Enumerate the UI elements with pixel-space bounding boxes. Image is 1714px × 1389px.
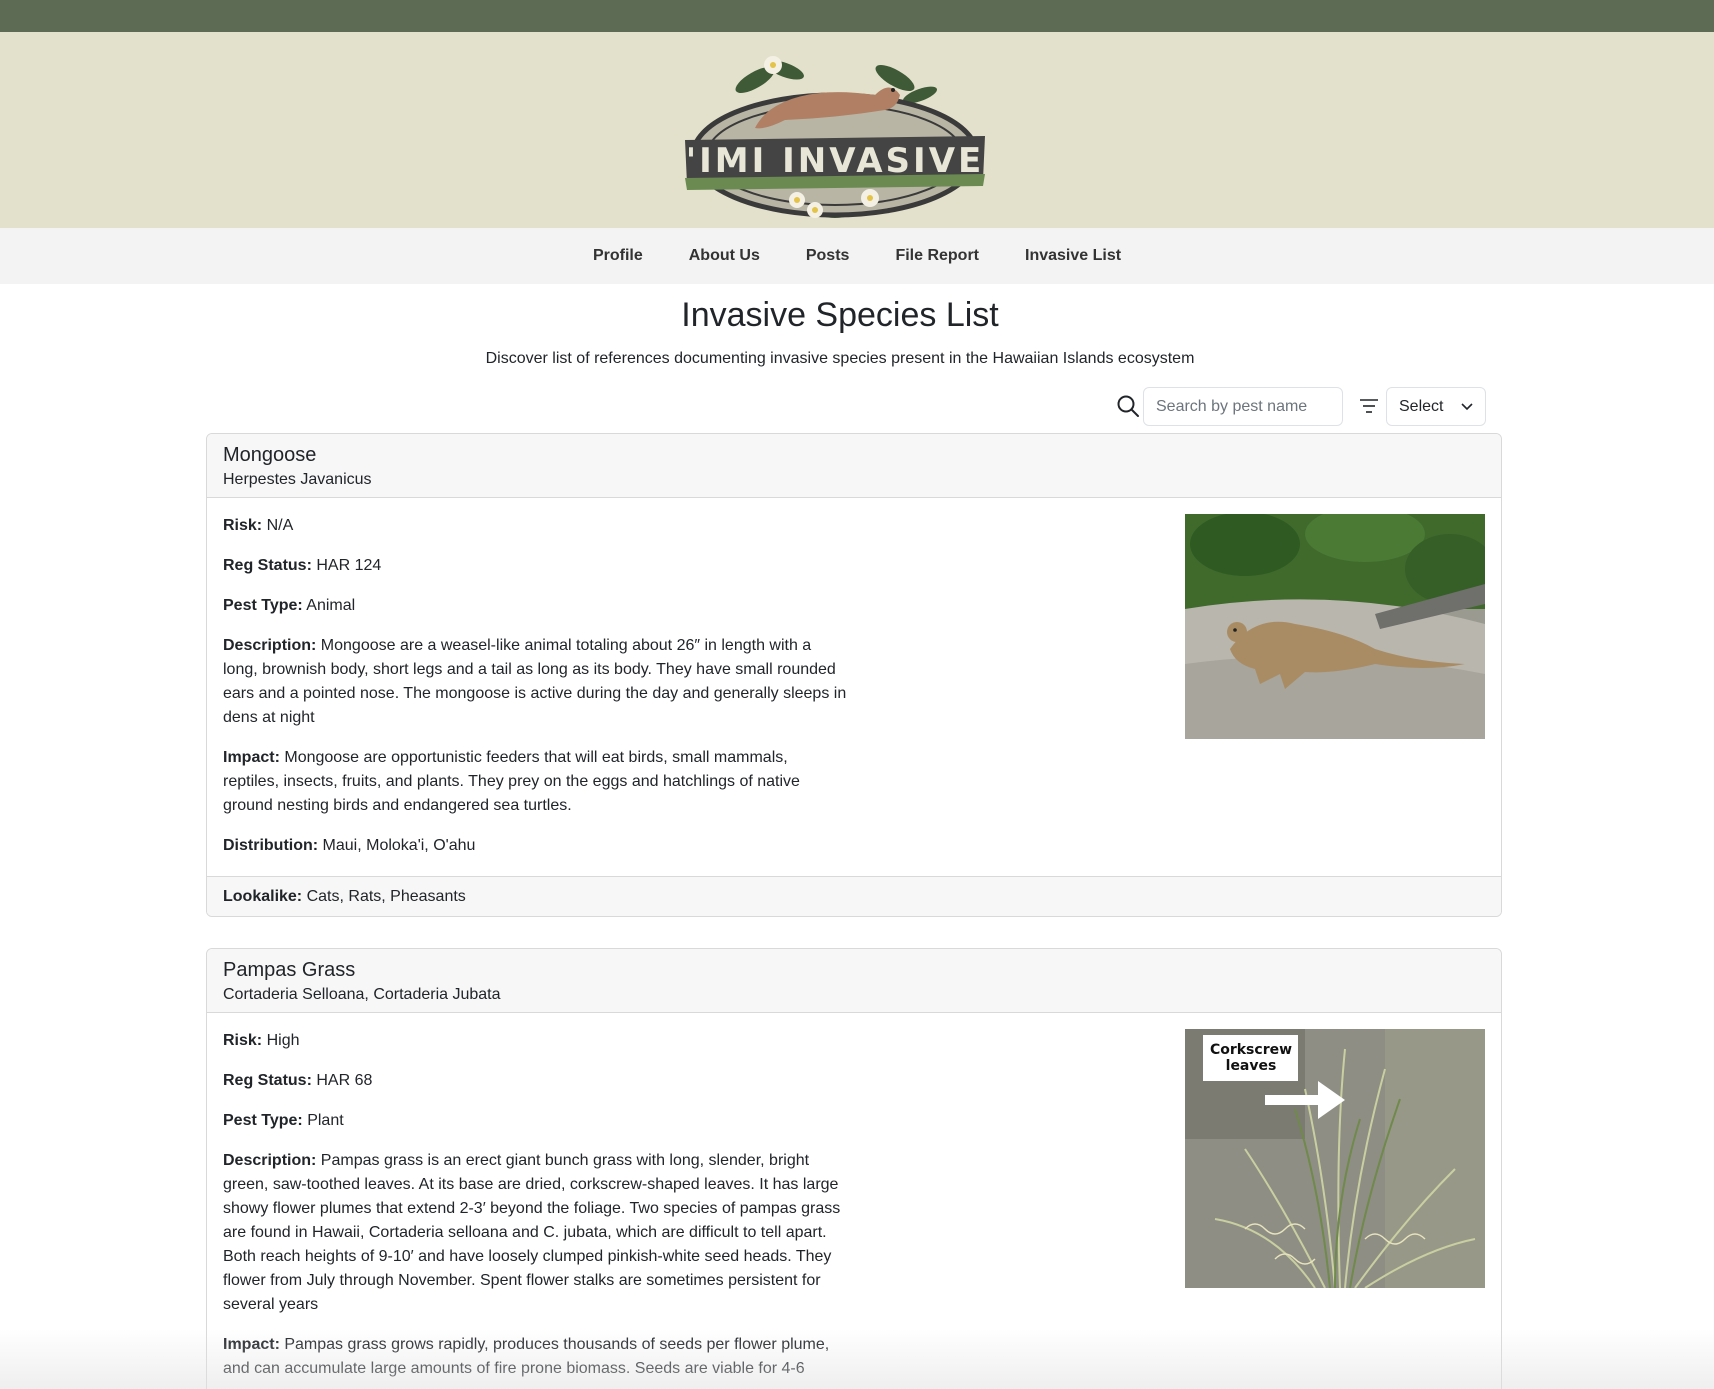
impact-label: Impact:: [223, 1336, 280, 1353]
impact-field: Impact: Mongoose are opportunistic feede…: [223, 746, 848, 818]
reg-status-field: Reg Status: HAR 124: [223, 554, 848, 578]
nav-invasive-list[interactable]: Invasive List: [1025, 247, 1121, 265]
search-icon[interactable]: [1116, 394, 1140, 418]
description-label: Description:: [223, 1152, 317, 1169]
pest-type-value: Animal: [306, 597, 356, 614]
top-bar: [0, 0, 1714, 32]
impact-label: Impact:: [223, 749, 280, 766]
distribution-field: Distribution: Maui, Moloka'i, O'ahu: [223, 834, 848, 858]
impact-value: Mongoose are opportunistic feeders that …: [223, 749, 800, 814]
description-field: Description: Mongoose are a weasel-like …: [223, 634, 848, 730]
photo-label: Corkscrew: [1210, 1042, 1292, 1058]
species-name: Pampas Grass: [223, 959, 356, 981]
card-footer: Lookalike: Cats, Rats, Pheasants: [207, 876, 1501, 916]
reg-status-field: Reg Status: HAR 68: [223, 1069, 848, 1093]
nav-posts[interactable]: Posts: [806, 247, 850, 265]
description-label: Description:: [223, 637, 317, 654]
nav-about-us[interactable]: About Us: [689, 247, 760, 265]
nav-file-report[interactable]: File Report: [895, 247, 979, 265]
lookalike-label: Lookalike:: [223, 887, 303, 905]
search-input[interactable]: [1143, 387, 1343, 426]
species-name: Mongoose: [223, 444, 317, 466]
distribution-label: Distribution:: [223, 837, 319, 854]
nav-profile[interactable]: Profile: [593, 247, 643, 265]
filter-select-value: Select: [1399, 397, 1444, 415]
pampas-grass-photo[interactable]: Corkscrew leaves: [1185, 1029, 1485, 1288]
distribution-value: Maui, Moloka'i, O'ahu: [322, 837, 476, 854]
risk-field: Risk: High: [223, 1029, 848, 1053]
impact-field: Impact: Pampas grass grows rapidly, prod…: [223, 1333, 848, 1381]
species-card-pampas-grass: Pampas Grass Cortaderia Selloana, Cortad…: [206, 948, 1502, 1389]
pest-type-label: Pest Type:: [223, 1112, 303, 1129]
impact-value: Pampas grass grows rapidly, produces tho…: [223, 1336, 830, 1377]
page-subtitle: Discover list of references documenting …: [485, 350, 1195, 367]
risk-value: N/A: [266, 517, 294, 534]
risk-value: High: [266, 1032, 300, 1049]
svg-text:'IMI INVASIVE: 'IMI INVASIVE: [686, 141, 984, 181]
chevron-down-icon: [1461, 403, 1473, 411]
species-card-mongoose: Mongoose Herpestes Javanicus Risk: N/A R…: [206, 433, 1502, 917]
description-field: Description: Pampas grass is an erect gi…: [223, 1149, 848, 1317]
risk-label: Risk:: [223, 1032, 263, 1049]
reg-status-value: HAR 124: [316, 557, 382, 574]
pest-type-field: Pest Type: Plant: [223, 1109, 848, 1133]
mongoose-photo[interactable]: [1185, 514, 1485, 739]
reg-status-value: HAR 68: [316, 1072, 373, 1089]
pest-type-field: Pest Type: Animal: [223, 594, 848, 618]
imi-invasive-logo[interactable]: 'IMI INVASIVE: [685, 40, 985, 230]
species-scientific-name: Herpestes Javanicus: [223, 471, 372, 488]
header-banner: 'IMI INVASIVE: [0, 32, 1714, 228]
page-title: Invasive Species List: [681, 296, 999, 334]
filter-select[interactable]: Select: [1386, 387, 1486, 426]
pest-type-value: Plant: [307, 1112, 344, 1129]
main-nav: Profile About Us Posts File Report Invas…: [0, 228, 1714, 284]
card-body: Risk: High Reg Status: HAR 68 Pest Type:…: [207, 1013, 1501, 1381]
reg-status-label: Reg Status:: [223, 1072, 312, 1089]
lookalike-value: Cats, Rats, Pheasants: [306, 887, 466, 905]
risk-field: Risk: N/A: [223, 514, 848, 538]
species-scientific-name: Cortaderia Selloana, Cortaderia Jubata: [223, 986, 501, 1003]
pest-type-label: Pest Type:: [223, 597, 303, 614]
description-value: Pampas grass is an erect giant bunch gra…: [223, 1152, 841, 1313]
reg-status-label: Reg Status:: [223, 557, 312, 574]
risk-label: Risk:: [223, 517, 263, 534]
description-value: Mongoose are a weasel-like animal totali…: [223, 637, 847, 726]
svg-text:leaves: leaves: [1226, 1058, 1277, 1074]
card-header: Mongoose Herpestes Javanicus: [207, 434, 1501, 498]
card-header: Pampas Grass Cortaderia Selloana, Cortad…: [207, 949, 1501, 1013]
filter-icon[interactable]: [1358, 395, 1380, 417]
card-body: Risk: N/A Reg Status: HAR 124 Pest Type:…: [207, 498, 1501, 876]
